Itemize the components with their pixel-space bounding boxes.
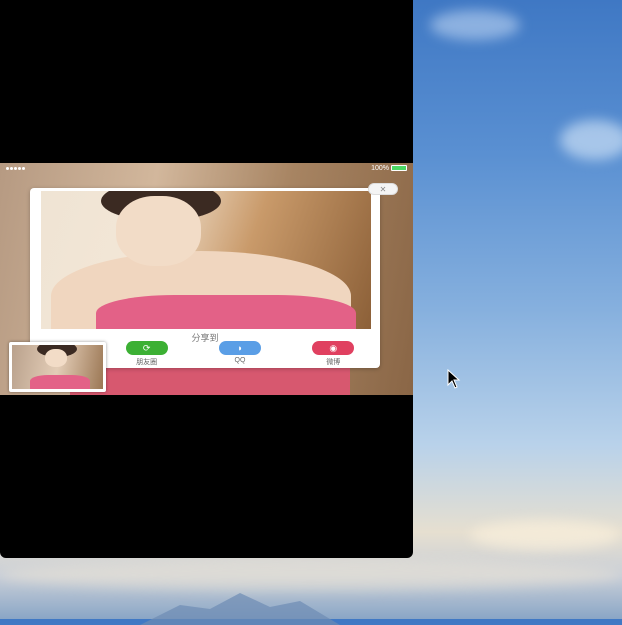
status-bar: 100% [0, 163, 413, 173]
wallpaper-cloud [470, 520, 620, 550]
battery-indicator: 100% [371, 165, 407, 172]
wallpaper-cloud [0, 560, 622, 590]
share-option-qq[interactable]: ◗ QQ [205, 341, 275, 369]
weibo-icon: ◉ [312, 341, 355, 355]
close-button[interactable]: ✕ [368, 183, 398, 195]
share-option-weibo[interactable]: ◉ 微博 [298, 341, 368, 369]
wallpaper-mountain [140, 593, 340, 625]
share-options: ⟳ 朋友圈 ◗ QQ ◉ 微博 [100, 341, 380, 369]
share-option-label: QQ [234, 357, 246, 364]
wechat-moments-icon: ⟳ [125, 341, 168, 355]
share-option-label: 朋友圈 [136, 359, 158, 366]
qq-icon: ◗ [218, 341, 261, 355]
battery-icon [391, 165, 407, 171]
close-icon: ✕ [379, 184, 387, 194]
battery-text: 100% [371, 164, 389, 172]
mouse-cursor-icon [447, 369, 461, 389]
preview-photo [41, 191, 371, 329]
simulator-window: 100% ✕ 分享到 ⟳ 朋友圈 ◗ QQ ◉ 微博 [0, 0, 413, 558]
share-option-moments[interactable]: ⟳ 朋友圈 [112, 341, 182, 369]
signal-icon [6, 166, 25, 170]
share-option-label: 微博 [326, 359, 341, 366]
wallpaper-cloud [560, 120, 622, 160]
screenshot-thumbnail[interactable] [9, 342, 106, 392]
app-screen: 100% ✕ 分享到 ⟳ 朋友圈 ◗ QQ ◉ 微博 [0, 163, 413, 395]
wallpaper-cloud [430, 10, 520, 40]
